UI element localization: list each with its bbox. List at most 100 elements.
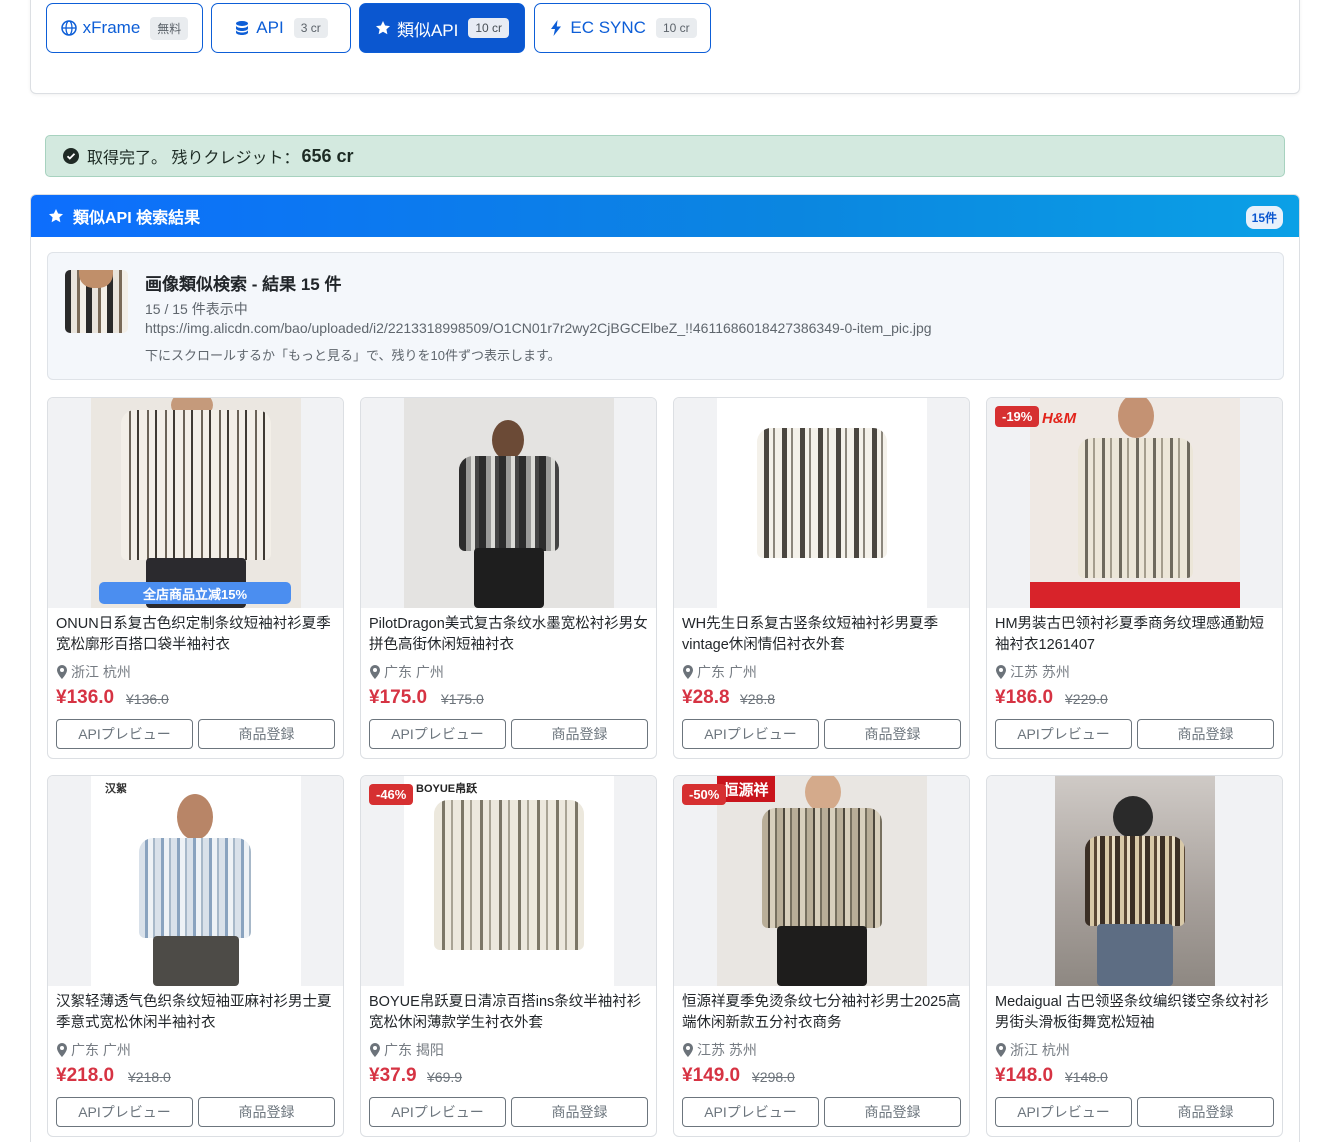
map-pin-icon — [996, 1043, 1006, 1057]
register-product-button[interactable]: 商品登録 — [1137, 719, 1274, 749]
tab-api[interactable]: API 3 cr — [211, 3, 351, 53]
api-preview-button[interactable]: APIプレビュー — [369, 1097, 506, 1127]
api-preview-button[interactable]: APIプレビュー — [56, 719, 193, 749]
product-image[interactable] — [674, 398, 969, 608]
map-pin-icon — [683, 1043, 693, 1057]
query-image-url: https://img.alicdn.com/bao/uploaded/i2/2… — [145, 320, 932, 336]
tab-cost-badge: 10 cr — [655, 18, 697, 38]
product-image[interactable]: 汉絮 — [48, 776, 343, 986]
original-price: ¥28.8 — [740, 691, 776, 707]
location-text: 广东 广州 — [697, 664, 757, 680]
api-preview-button[interactable]: APIプレビュー — [369, 719, 506, 749]
star-icon — [375, 21, 390, 35]
product-image[interactable]: BOYUE帛跃 -46% — [361, 776, 656, 986]
remaining-credits: 656 cr — [301, 145, 354, 166]
product-title: 恒源祥夏季免烫条纹七分袖衬衫男士2025高端休闲新款五分衬衣商务 — [682, 994, 961, 1031]
product-card: 恒源祥 -50% 恒源祥夏季免烫条纹七分袖衬衫男士2025高端休闲新款五分衬衣商… — [673, 775, 970, 1137]
product-card: PilotDragon美式复古条纹水墨宽松衬衫男女拼色高街休闲短袖衬衣 广东 广… — [360, 397, 657, 759]
register-product-button[interactable]: 商品登録 — [1137, 1097, 1274, 1127]
shown-count: 15 / 15 件表示中 — [145, 301, 248, 317]
product-title: Medaigual 古巴领竖条纹编织镂空条纹衬衫男街头滑板街舞宽松短袖 — [995, 994, 1269, 1031]
discount-badge: -46% — [369, 784, 414, 805]
product-title: WH先生日系复古竖条纹短袖衬衫男夏季vintage休闲情侣衬衣外套 — [682, 616, 939, 653]
product-location: 广东 广州 — [682, 662, 757, 682]
map-pin-icon — [370, 665, 380, 679]
location-text: 江苏 苏州 — [1010, 664, 1070, 680]
bolt-icon — [551, 20, 562, 36]
tab-label: EC SYNC — [570, 18, 646, 37]
product-location: 浙江 杭州 — [995, 1040, 1070, 1060]
tab-similar-api[interactable]: 類似API 10 cr — [359, 3, 525, 53]
product-image[interactable] — [987, 776, 1282, 986]
product-image[interactable]: 全店商品立减15% — [48, 398, 343, 608]
product-card: 汉絮 汉絮轻薄透气色织条纹短袖亚麻衬衫男士夏季意式宽松休闲半袖衬衣 广东 广州 … — [47, 775, 344, 1137]
tab-cost-badge: 3 cr — [293, 18, 328, 38]
location-text: 江苏 苏州 — [697, 1042, 757, 1058]
product-card: WH先生日系复古竖条纹短袖衬衫男夏季vintage休闲情侣衬衣外套 广东 广州 … — [673, 397, 970, 759]
original-price: ¥218.0 — [128, 1069, 171, 1085]
discount-badge: -50% — [682, 784, 727, 805]
tab-label: 類似API — [396, 20, 459, 40]
api-preview-button[interactable]: APIプレビュー — [682, 719, 819, 749]
product-price: ¥136.0 — [56, 687, 115, 708]
product-location: 江苏 苏州 — [995, 662, 1070, 682]
register-product-button[interactable]: 商品登録 — [824, 1097, 961, 1127]
product-title: BOYUE帛跃夏日清凉百搭ins条纹半袖衬衫宽松休闲薄款学生衬衣外套 — [369, 994, 642, 1031]
tab-ec-sync[interactable]: EC SYNC 10 cr — [534, 3, 711, 53]
results-count-badge: 15件 — [1245, 206, 1283, 229]
product-price: ¥175.0 — [369, 687, 428, 708]
product-image[interactable]: 恒源祥 -50% — [674, 776, 969, 986]
api-preview-button[interactable]: APIプレビュー — [995, 1097, 1132, 1127]
product-title: HM男装古巴领衬衫夏季商务纹理感通勤短袖衬衣1261407 — [995, 616, 1265, 653]
tab-xframe[interactable]: xFrame 無料 — [46, 3, 203, 53]
map-pin-icon — [996, 665, 1006, 679]
original-price: ¥298.0 — [752, 1069, 795, 1085]
location-text: 广东 广州 — [71, 1042, 131, 1058]
product-price: ¥148.0 — [995, 1065, 1054, 1086]
product-location: 广东 广州 — [56, 1040, 131, 1060]
product-card: BOYUE帛跃 -46% BOYUE帛跃夏日清凉百搭ins条纹半袖衬衫宽松休闲薄… — [360, 775, 657, 1137]
register-product-button[interactable]: 商品登録 — [824, 719, 961, 749]
api-preview-button[interactable]: APIプレビュー — [56, 1097, 193, 1127]
product-image[interactable]: H&M -19% — [987, 398, 1282, 608]
product-card: 全店商品立减15% ONUN日系复古色织定制条纹短袖衬衫夏季宽松廓形百搭口袋半袖… — [47, 397, 344, 759]
check-circle-icon — [63, 148, 79, 164]
product-price: ¥28.8 — [682, 687, 730, 708]
results-header: 類似API 検索結果 15件 — [31, 195, 1299, 237]
tab-cost-badge: 10 cr — [468, 18, 510, 38]
product-image[interactable] — [361, 398, 656, 608]
original-price: ¥148.0 — [1065, 1069, 1108, 1085]
product-card: Medaigual 古巴领竖条纹编织镂空条纹衬衫男街头滑板街舞宽松短袖 浙江 杭… — [986, 775, 1283, 1137]
tab-label: xFrame — [82, 18, 141, 37]
star-icon — [49, 209, 63, 223]
location-text: 广东 广州 — [384, 664, 444, 680]
globe-icon — [60, 20, 77, 36]
map-pin-icon — [683, 665, 693, 679]
discount-badge: -19% — [995, 406, 1040, 427]
results-title: 類似API 検索結果 — [73, 210, 201, 227]
map-pin-icon — [57, 1043, 67, 1057]
success-alert: 取得完了。 残りクレジット： 656 cr — [45, 135, 1285, 177]
scroll-hint: 下にスクロールするか「もっと見る」で、残りを10件ずつ表示します。 — [145, 348, 561, 363]
api-preview-button[interactable]: APIプレビュー — [682, 1097, 819, 1127]
product-location: 江苏 苏州 — [682, 1040, 757, 1060]
original-price: ¥175.0 — [441, 691, 484, 707]
register-product-button[interactable]: 商品登録 — [198, 719, 335, 749]
register-product-button[interactable]: 商品登録 — [511, 719, 648, 749]
product-location: 广东 揭阳 — [369, 1040, 444, 1060]
results-panel: 類似API 検索結果 15件 画像類似検索 - 結果 15 件 15 / 15 … — [30, 194, 1300, 1142]
register-product-button[interactable]: 商品登録 — [511, 1097, 648, 1127]
product-price: ¥218.0 — [56, 1065, 115, 1086]
alert-text: 取得完了。 残りクレジット： — [87, 150, 300, 167]
brand-logo: H&M — [1042, 410, 1077, 427]
location-text: 广东 揭阳 — [384, 1042, 444, 1058]
product-price: ¥37.9 — [369, 1065, 417, 1086]
product-title: PilotDragon美式复古条纹水墨宽松衬衫男女拼色高街休闲短袖衬衣 — [369, 616, 648, 653]
product-location: 广东 广州 — [369, 662, 444, 682]
api-preview-button[interactable]: APIプレビュー — [995, 719, 1132, 749]
product-price: ¥149.0 — [682, 1065, 741, 1086]
register-product-button[interactable]: 商品登録 — [198, 1097, 335, 1127]
summary-title: 画像類似検索 - 結果 15 件 — [145, 275, 342, 294]
product-location: 浙江 杭州 — [56, 662, 131, 682]
brand-logo: BOYUE帛跃 — [416, 783, 478, 795]
